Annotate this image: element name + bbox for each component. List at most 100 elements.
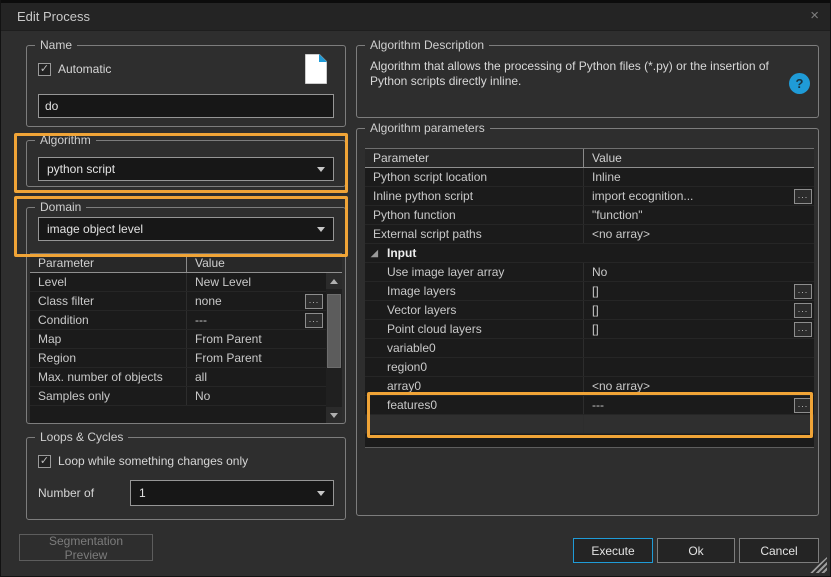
algorithm-group: Algorithm python script — [26, 140, 346, 187]
table-row[interactable]: Region From Parent — [30, 349, 342, 368]
scroll-up-icon[interactable] — [326, 273, 342, 289]
table-row[interactable]: Max. number of objects all — [30, 368, 342, 387]
expander-icon[interactable]: ◢ — [371, 248, 378, 258]
value-cell: Inline — [584, 168, 621, 186]
algorithm-dropdown[interactable]: python script — [38, 157, 334, 181]
value-cell: <no array> — [584, 377, 650, 395]
value-cell: <no array> — [584, 225, 650, 243]
segmentation-preview-button[interactable]: Segmentation Preview — [19, 534, 153, 561]
param-cell — [365, 415, 584, 433]
dialog-title: Edit Process — [17, 9, 90, 24]
table-row[interactable]: Class filter none ... — [30, 292, 342, 311]
table-row[interactable]: Condition --- ... — [30, 311, 342, 330]
table-row[interactable]: Point cloud layers [] ... — [365, 320, 814, 339]
ellipsis-button[interactable]: ... — [305, 313, 323, 328]
domain-group: Domain image object level Parameter Valu… — [26, 207, 346, 424]
table-row[interactable]: array0 <no array> — [365, 377, 814, 396]
table-row[interactable]: Python function "function" — [365, 206, 814, 225]
algorithm-description-label: Algorithm Description — [365, 38, 489, 52]
param-cell: Map — [30, 330, 187, 348]
table-row[interactable]: Samples only No — [30, 387, 342, 406]
table-row[interactable]: Python script location Inline — [365, 168, 814, 187]
name-group: Name ✓ Automatic — [26, 45, 346, 127]
table-row[interactable]: Image layers [] ... — [365, 282, 814, 301]
empty-selected-row[interactable] — [365, 415, 814, 434]
algorithm-group-label: Algorithm — [35, 133, 96, 147]
value-cell: No — [187, 387, 210, 405]
chevron-down-icon — [317, 227, 325, 232]
algorithm-parameters-label: Algorithm parameters — [365, 121, 490, 135]
title-bar: Edit Process × — [1, 3, 831, 31]
table-row[interactable]: Vector layers [] ... — [365, 301, 814, 320]
ellipsis-button[interactable]: ... — [794, 303, 812, 318]
param-cell: region0 — [365, 358, 584, 376]
loop-while-checkbox[interactable]: ✓ Loop while something changes only — [38, 454, 248, 468]
new-document-icon[interactable] — [305, 54, 327, 89]
table-row[interactable]: Map From Parent — [30, 330, 342, 349]
automatic-checkbox[interactable]: ✓ Automatic — [38, 62, 111, 76]
domain-header-value: Value — [187, 254, 225, 272]
param-cell: Vector layers — [365, 301, 584, 319]
param-cell: Python script location — [365, 168, 584, 186]
param-cell: Level — [30, 273, 187, 291]
parameters-header-value: Value — [584, 149, 622, 167]
automatic-checkbox-label: Automatic — [58, 62, 111, 76]
value-cell: New Level — [187, 273, 251, 291]
table-row[interactable]: region0 — [365, 358, 814, 377]
close-icon[interactable]: × — [810, 7, 819, 24]
domain-dropdown[interactable]: image object level — [38, 217, 334, 241]
table-row[interactable]: Inline python script import ecognition..… — [365, 187, 814, 206]
cancel-button[interactable]: Cancel — [739, 538, 819, 563]
chevron-down-icon — [317, 167, 325, 172]
param-cell: Image layers — [365, 282, 584, 300]
checkbox-check-icon[interactable]: ✓ — [38, 455, 51, 468]
param-cell: Inline python script — [365, 187, 584, 205]
input-group-row[interactable]: ◢ Input — [365, 244, 814, 263]
param-cell: features0 — [365, 396, 584, 414]
table-row[interactable]: Use image layer array No — [365, 263, 814, 282]
value-cell: [] — [584, 282, 599, 300]
ok-button[interactable]: Ok — [657, 538, 735, 563]
param-cell: Python function — [365, 206, 584, 224]
loops-cycles-group-label: Loops & Cycles — [35, 430, 128, 444]
features0-row[interactable]: features0 --- ... — [365, 396, 814, 415]
table-row[interactable]: Level New Level — [30, 273, 342, 292]
algorithm-parameters-group: Algorithm parameters Parameter Value Pyt… — [356, 128, 819, 516]
param-cell: Point cloud layers — [365, 320, 584, 338]
domain-group-label: Domain — [35, 200, 86, 214]
help-icon[interactable]: ? — [789, 73, 810, 94]
number-of-dropdown[interactable]: 1 — [130, 480, 334, 506]
ellipsis-button[interactable]: ... — [305, 294, 323, 309]
param-cell: variable0 — [365, 339, 584, 357]
param-cell: External script paths — [365, 225, 584, 243]
value-cell: From Parent — [187, 349, 262, 367]
ellipsis-button[interactable]: ... — [794, 284, 812, 299]
value-cell — [584, 358, 592, 376]
table-row[interactable]: External script paths <no array> — [365, 225, 814, 244]
checkbox-check-icon[interactable]: ✓ — [38, 63, 51, 76]
execute-button[interactable]: Execute — [573, 538, 653, 563]
algorithm-description-text: Algorithm that allows the processing of … — [370, 59, 780, 89]
number-of-dropdown-value: 1 — [139, 486, 146, 500]
edit-process-dialog: Edit Process × Name ✓ Automatic Algorith… — [0, 0, 831, 577]
ellipsis-button[interactable]: ... — [794, 189, 812, 204]
table-row[interactable]: variable0 — [365, 339, 814, 358]
param-cell: Samples only — [30, 387, 187, 405]
domain-table-header: Parameter Value — [30, 253, 342, 273]
algorithm-parameters-table: Parameter Value Python script location I… — [365, 148, 814, 448]
scroll-down-icon[interactable] — [326, 407, 342, 423]
value-cell: [] — [584, 320, 599, 338]
value-cell: import ecognition... — [584, 187, 693, 205]
ellipsis-button[interactable]: ... — [794, 322, 812, 337]
param-cell: Use image layer array — [365, 263, 584, 281]
value-cell — [584, 415, 592, 433]
ellipsis-button[interactable]: ... — [794, 398, 812, 413]
param-cell: array0 — [365, 377, 584, 395]
algorithm-description-group: Algorithm Description Algorithm that all… — [356, 45, 819, 118]
vertical-scrollbar[interactable] — [326, 273, 342, 423]
domain-parameter-table: Parameter Value Level New Level Class fi… — [30, 253, 342, 423]
scrollbar-thumb[interactable] — [327, 294, 341, 368]
process-name-input[interactable] — [38, 94, 334, 118]
param-cell: Input — [365, 244, 584, 262]
loops-cycles-group: Loops & Cycles ✓ Loop while something ch… — [26, 437, 346, 520]
